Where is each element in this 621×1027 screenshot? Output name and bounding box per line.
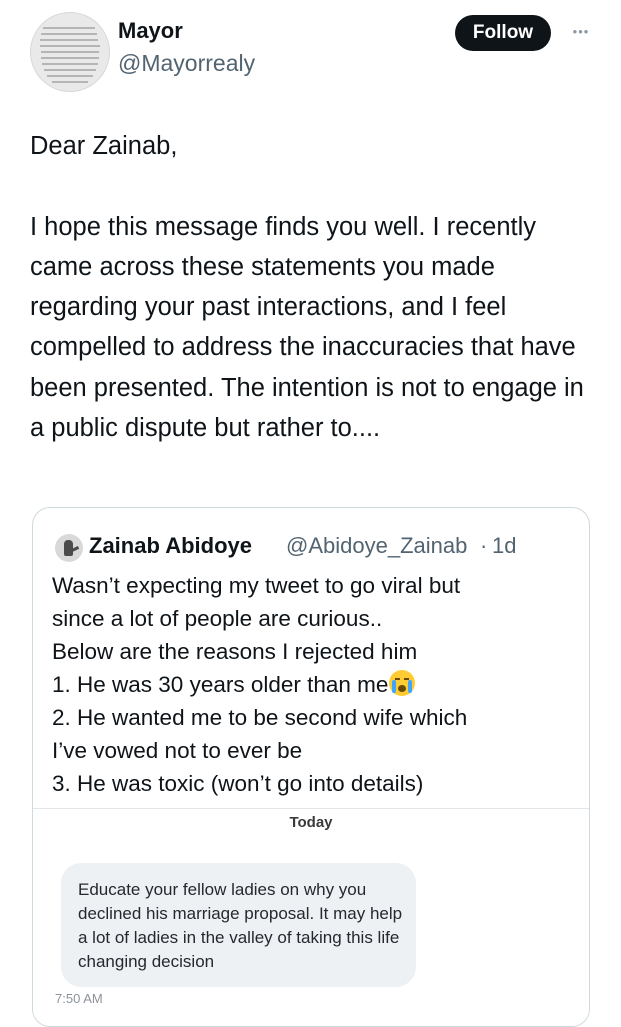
quoted-line: 3. He was toxic (won’t go into details) [52,771,424,796]
tweet-header: Mayor @Mayorrealy Follow ••• [30,12,600,92]
follow-button[interactable]: Follow [455,15,551,51]
quoted-separator: · [480,533,488,558]
quoted-author-handle: @Abidoye_Zainab [286,533,468,558]
tweet-text: Dear Zainab, I hope this message finds y… [30,132,584,443]
quoted-line: since a lot of people are curious.. [52,606,383,631]
quoted-line: 2. He wanted me to be second wife which [52,705,468,730]
quoted-line: 1. He was 30 years older than me [52,672,389,697]
chat-message-time: 7:50 AM [55,991,103,1006]
chat-message-bubble: Educate your fellow ladies on why you de… [61,863,416,987]
author-avatar[interactable] [30,12,110,92]
quoted-line: I’ve vowed not to ever be [52,738,303,763]
quoted-line: Wasn’t expecting my tweet to go viral bu… [52,573,461,598]
quoted-author-name: Zainab Abidoye [89,533,252,558]
quoted-author-avatar [55,534,83,562]
chat-message-text: Educate your fellow ladies on why you de… [78,880,403,971]
quoted-line-with-emoji: 1. He was 30 years older than me [52,668,577,701]
author-display-name[interactable]: Mayor [118,18,183,44]
more-options-icon[interactable]: ••• [566,22,596,42]
quoted-line: Below are the reasons I rejected him [52,639,418,664]
author-handle[interactable]: @Mayorrealy [118,49,255,77]
attached-chat-screenshot[interactable]: Today Educate your fellow ladies on why … [33,808,589,1026]
quoted-tweet-card[interactable]: Zainab Abidoye @Abidoye_Zainab · 1d Wasn… [32,507,590,1027]
chat-day-label: Today [289,814,333,831]
crying-face-icon [389,670,416,696]
quoted-timestamp: 1d [492,533,517,558]
quoted-tweet-text: Wasn’t expecting my tweet to go viral bu… [52,569,577,800]
